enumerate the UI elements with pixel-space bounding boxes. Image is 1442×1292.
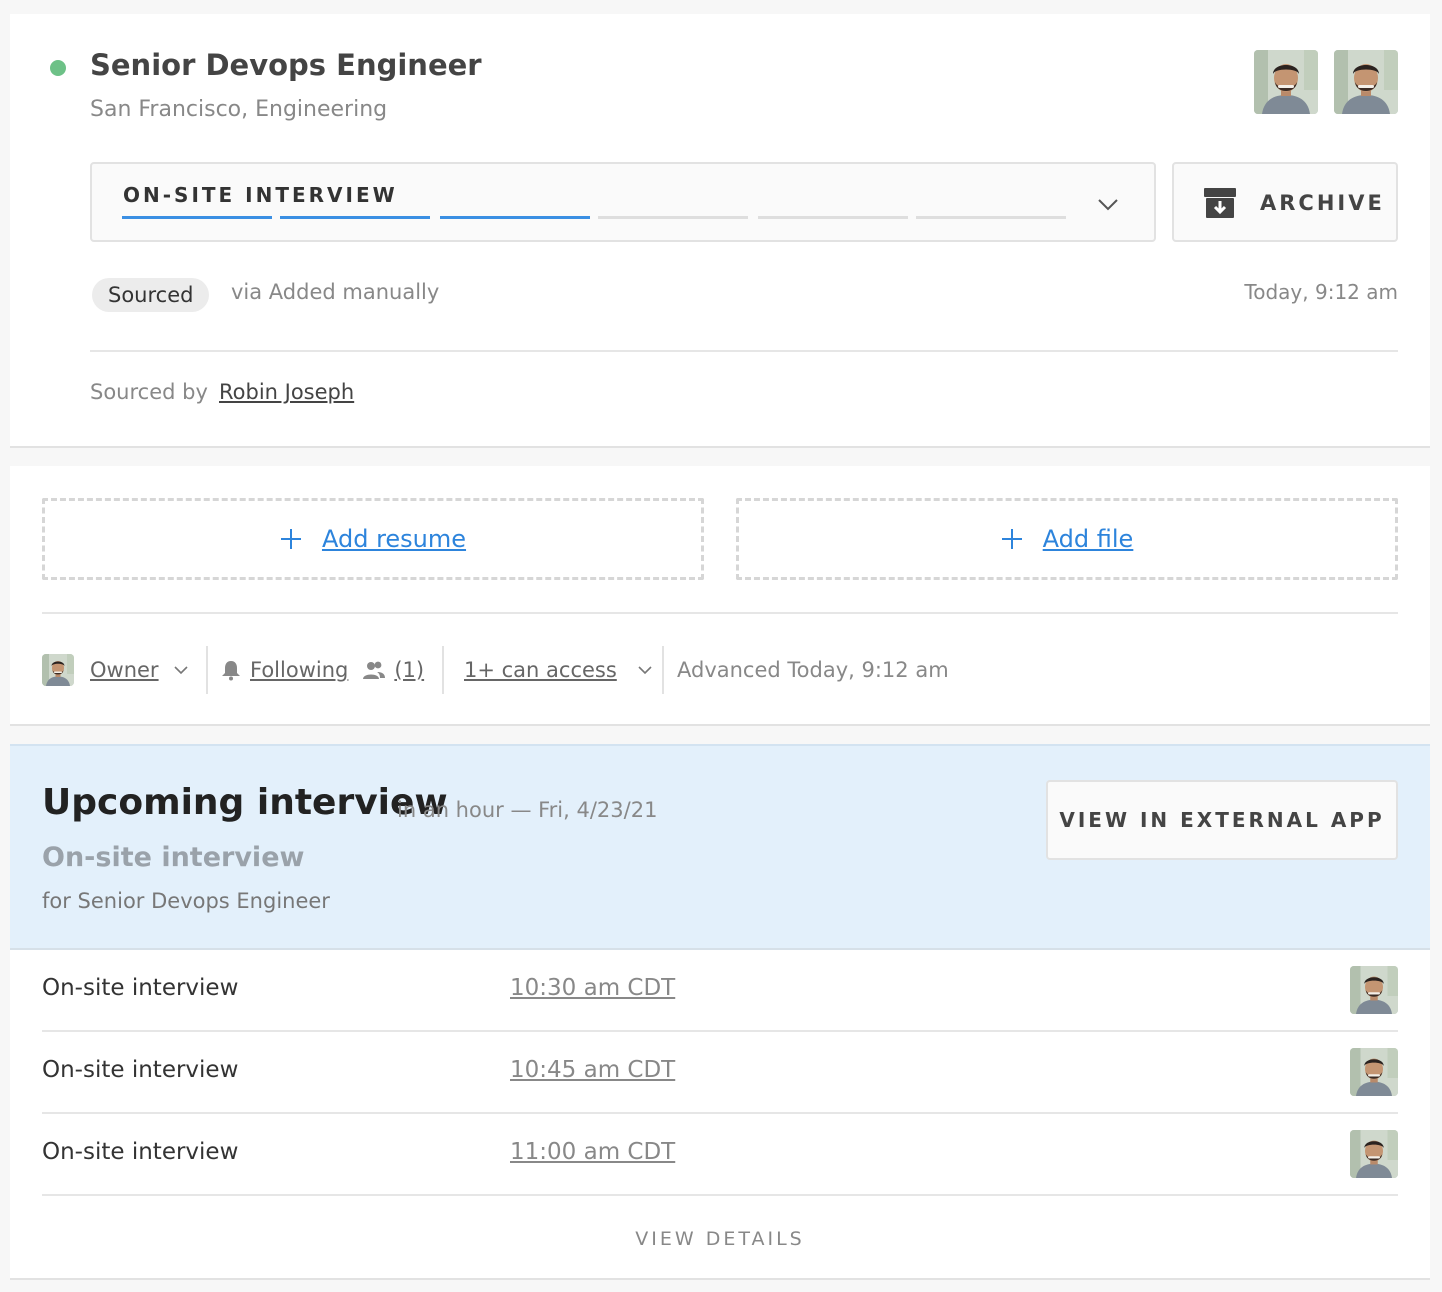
opportunity-card: Senior Devops Engineer San Francisco, En…	[10, 14, 1430, 448]
avatar[interactable]	[1334, 50, 1398, 114]
interview-subtitle: On-site interview	[42, 842, 305, 873]
stage-progress-segment	[280, 216, 430, 219]
interview-row-time[interactable]: 10:45 am CDT	[510, 1057, 675, 1083]
stage-dropdown[interactable]: ON-SITE INTERVIEW	[90, 162, 1156, 242]
status-dot	[50, 60, 66, 76]
interview-row-name: On-site interview	[42, 1057, 239, 1083]
avatar[interactable]	[1254, 50, 1318, 114]
interview-header: Upcoming interview in an hour — Fri, 4/2…	[10, 744, 1430, 950]
separator	[662, 646, 664, 694]
archive-label: ARCHIVE	[1260, 191, 1385, 215]
job-subtitle: San Francisco, Engineering	[90, 97, 388, 122]
access-link[interactable]: 1+ can access	[464, 658, 617, 682]
add-file-dropzone[interactable]: Add file	[736, 498, 1398, 580]
chevron-down-icon	[638, 666, 652, 675]
source-badge: Sourced	[92, 278, 210, 312]
interviewer-avatar[interactable]	[1350, 1048, 1398, 1096]
owner-label[interactable]: Owner	[90, 658, 159, 682]
add-resume-dropzone[interactable]: Add resume	[42, 498, 704, 580]
interview-row: On-site interview 10:45 am CDT	[42, 1032, 1398, 1114]
bell-icon	[222, 661, 240, 681]
interview-row-name: On-site interview	[42, 1139, 239, 1165]
stage-progress-segment	[758, 216, 908, 219]
archive-button[interactable]: ARCHIVE	[1172, 162, 1398, 242]
files-card: Add resume Add file Owner Following (1) …	[10, 466, 1430, 726]
interview-for: for Senior Devops Engineer	[42, 889, 330, 913]
interview-row: On-site interview 10:30 am CDT	[42, 950, 1398, 1032]
interview-row: On-site interview 11:00 am CDT	[42, 1114, 1398, 1196]
interview-card: Upcoming interview in an hour — Fri, 4/2…	[10, 744, 1430, 1280]
interview-row-name: On-site interview	[42, 975, 239, 1001]
interview-row-time[interactable]: 11:00 am CDT	[510, 1139, 675, 1165]
interview-title: Upcoming interview	[42, 782, 448, 823]
divider	[90, 350, 1398, 352]
interview-when: in an hour — Fri, 4/23/21	[397, 798, 658, 822]
following-group: Following (1)	[220, 646, 424, 694]
plus-icon	[280, 529, 301, 549]
sourced-by-link[interactable]: Robin Joseph	[219, 380, 354, 404]
interviewer-avatar[interactable]	[1350, 966, 1398, 1014]
separator	[442, 646, 444, 694]
stage-progress-segment	[598, 216, 748, 219]
plus-icon	[1001, 529, 1022, 549]
meta-row: Owner Following (1) 1+ can access Advanc…	[42, 646, 1398, 694]
created-timestamp: Today, 9:12 am	[1244, 280, 1398, 304]
separator	[206, 646, 208, 694]
stage-label: ON-SITE INTERVIEW	[123, 183, 398, 207]
job-title[interactable]: Senior Devops Engineer	[90, 48, 482, 82]
following-link[interactable]: Following	[250, 658, 348, 682]
chevron-down-icon	[174, 666, 188, 675]
followers-icon	[363, 661, 386, 679]
view-in-external-app-button[interactable]: VIEW IN EXTERNAL APP	[1046, 780, 1398, 860]
stage-progress-segment	[916, 216, 1066, 219]
archive-icon	[1204, 188, 1236, 218]
advanced-text-wrap: Advanced Today, 9:12 am	[677, 646, 949, 694]
view-details-button[interactable]: VIEW DETAILS	[10, 1228, 1430, 1250]
add-file-link[interactable]: Add file	[1043, 525, 1134, 553]
interview-row-time[interactable]: 10:30 am CDT	[510, 975, 675, 1001]
stage-progress-segment	[440, 216, 590, 219]
divider	[42, 612, 1398, 614]
add-resume-link[interactable]: Add resume	[322, 525, 466, 553]
owner-dropdown[interactable]: Owner	[42, 646, 189, 694]
origin-text: via Added manually	[231, 280, 440, 304]
interviewer-avatar[interactable]	[1350, 1130, 1398, 1178]
chevron-down-icon	[1098, 199, 1118, 211]
advanced-text: Advanced Today, 9:12 am	[677, 658, 949, 682]
stage-progress-segment	[122, 216, 272, 219]
followers-count-link[interactable]: (1)	[394, 658, 424, 682]
sourced-by-label: Sourced by	[90, 380, 208, 404]
access-dropdown[interactable]: 1+ can access	[464, 646, 653, 694]
owner-avatar	[42, 654, 74, 686]
